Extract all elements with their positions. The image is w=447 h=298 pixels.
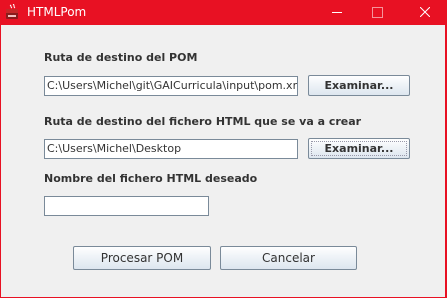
cancel-button[interactable]: Cancelar	[220, 246, 357, 270]
maximize-button[interactable]	[360, 0, 394, 25]
pom-browse-button[interactable]: Examinar...	[308, 75, 410, 96]
html-dest-browse-button[interactable]: Examinar...	[308, 138, 410, 159]
app-window: HTMLPom Ruta de destino del POM C:\Users…	[0, 0, 447, 298]
dialog-content: Ruta de destino del POM C:\Users\Michel\…	[1, 25, 445, 297]
html-dest-input[interactable]: C:\Users\Michel\Desktop	[44, 139, 298, 159]
pom-path-label: Ruta de destino del POM	[44, 51, 198, 64]
process-pom-button[interactable]: Procesar POM	[73, 246, 211, 270]
minimize-button[interactable]	[320, 0, 354, 25]
html-name-label: Nombre del fichero HTML deseado	[44, 172, 258, 185]
html-dest-label: Ruta de destino del fichero HTML que se …	[44, 115, 362, 128]
pom-path-input[interactable]: C:\Users\Michel\git\GAICurricula\input\p…	[44, 76, 298, 96]
title-bar[interactable]: HTMLPom	[0, 0, 447, 25]
html-name-input[interactable]	[44, 196, 209, 216]
window-title: HTMLPom	[27, 5, 87, 19]
close-icon	[420, 7, 430, 17]
java-app-icon	[5, 3, 19, 20]
close-button[interactable]	[400, 0, 447, 25]
